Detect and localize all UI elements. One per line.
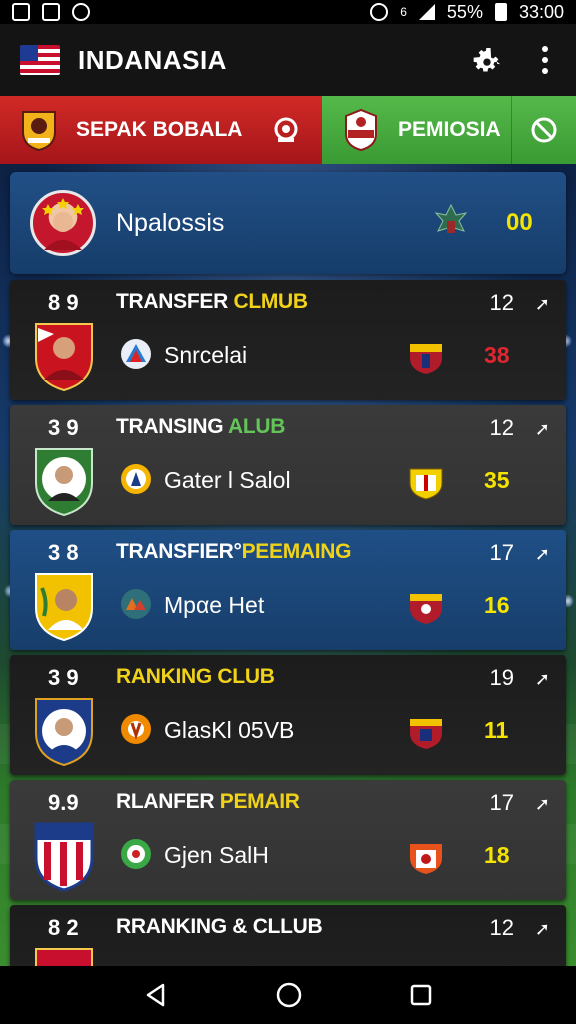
target-icon[interactable] <box>272 116 300 144</box>
club-card[interactable]: 3 9 RANKING CLUB 19 ➚ GlasKl 05VB 11 <box>10 655 566 775</box>
team-crest-icon <box>410 844 442 874</box>
featured-player-card[interactable]: Npalossis 00 <box>10 172 566 274</box>
player-name: GlasKl 05VB <box>164 717 295 743</box>
club-rank: 9.9 <box>48 790 79 815</box>
club-card[interactable]: 8 9 TRANSFER CLMUB 12 ➚ Snrcelai 38 <box>10 280 566 400</box>
kebab-menu-icon[interactable] <box>540 46 550 74</box>
club-points: 16 <box>484 592 510 618</box>
player-name: Gjen SalH <box>164 842 269 868</box>
league-badge-icon <box>121 464 151 494</box>
system-nav-bar <box>0 966 576 1024</box>
player-name: Snrcelai <box>164 342 248 368</box>
clock: 33:00 <box>518 1 564 22</box>
club-rank: 3 9 <box>48 665 79 690</box>
app-bar: INDANASIA <box>0 24 576 96</box>
player-crest-icon <box>35 698 93 767</box>
club-card[interactable]: 9.9 RLANFER PEMAIR 17 ➚ Gjen SalH 18 <box>10 780 566 900</box>
home-circle-icon[interactable] <box>275 981 303 1009</box>
player-crest-icon <box>35 573 93 642</box>
club-card[interactable]: 3 9 TRANSING ALUB 12 ➚ Gater l Salol 35 <box>10 405 566 525</box>
tab-pemiosia[interactable]: PEMIOSIA <box>322 96 576 164</box>
team-emblem-icon <box>434 203 468 233</box>
sports-app-icon <box>72 3 90 21</box>
team-crest-icon <box>410 344 442 374</box>
club-rank: 3 9 <box>48 415 79 440</box>
alarm-icon <box>370 3 389 21</box>
club-title: RLANFER PEMAIR <box>116 790 300 813</box>
league-badge-icon <box>121 589 151 619</box>
status-bar: 6 55% 33:00 <box>0 0 576 24</box>
open-arrow-icon[interactable]: ➚ <box>535 294 550 315</box>
us-flag-icon <box>20 45 60 75</box>
league-badge-icon <box>121 839 151 869</box>
club-title: TRANSFER CLMUB <box>116 290 308 313</box>
battery-percent: 55% <box>446 1 483 22</box>
club-title: TRANSFIER°PEEMAING <box>116 540 352 563</box>
club-count: 12 <box>489 415 514 440</box>
league-badge-icon <box>121 714 151 744</box>
open-arrow-icon[interactable]: ➚ <box>535 669 550 690</box>
back-triangle-icon[interactable] <box>143 982 169 1008</box>
tab-label: SEPAK BOBALA <box>76 118 243 141</box>
open-arrow-icon[interactable]: ➚ <box>535 544 550 565</box>
app-title: INDANASIA <box>78 44 227 75</box>
player-crest-icon <box>35 323 93 392</box>
club-count: 12 <box>489 290 514 315</box>
player-crest-icon <box>35 448 93 517</box>
open-arrow-icon[interactable]: ➚ <box>535 794 550 815</box>
tab-sepak-bobala[interactable]: SEPAK BOBALA <box>0 96 322 164</box>
club-crest-icon <box>345 108 377 152</box>
club-points: 35 <box>484 467 510 493</box>
league-badge-icon <box>121 339 151 369</box>
player-name: Mpαe Het <box>164 592 265 618</box>
team-crest-icon <box>409 468 443 500</box>
download-icon <box>42 3 60 21</box>
club-title: TRANSING ALUB <box>116 415 286 438</box>
notification-icon <box>12 3 30 21</box>
club-crest-icon <box>22 111 56 152</box>
signal-label: 6 <box>400 5 407 19</box>
league-tabs: SEPAK BOBALA PEMIOSIA <box>0 96 576 164</box>
club-points: 18 <box>484 842 510 868</box>
club-card[interactable]: 3 8 TRANSFIER°PEEMAING 17 ➚ Mpαe Het 16 <box>10 530 566 650</box>
club-title: RRANKING & CLLUB <box>116 915 323 938</box>
gear-icon[interactable] <box>470 43 504 77</box>
team-crest-icon <box>410 719 442 749</box>
player-avatar <box>30 190 96 256</box>
player-name: Gater l Salol <box>164 467 291 493</box>
club-rank: 3 8 <box>48 540 79 565</box>
battery-icon <box>494 3 507 21</box>
club-points: 38 <box>484 342 510 368</box>
signal-icon <box>418 4 435 20</box>
player-score: 00 <box>506 209 533 236</box>
club-rank: 8 2 <box>48 915 79 940</box>
player-name: Npalossis <box>116 208 225 237</box>
club-count: 17 <box>489 540 514 565</box>
recents-square-icon[interactable] <box>409 983 433 1007</box>
player-crest-icon <box>34 822 94 892</box>
open-arrow-icon[interactable]: ➚ <box>535 919 550 940</box>
blocked-icon[interactable] <box>530 116 558 144</box>
club-rank: 8 9 <box>48 290 79 315</box>
open-arrow-icon[interactable]: ➚ <box>535 419 550 440</box>
team-crest-icon <box>410 594 442 624</box>
club-count: 17 <box>489 790 514 815</box>
club-count: 19 <box>489 665 514 690</box>
tab-label: PEMIOSIA <box>398 118 501 141</box>
club-count: 12 <box>489 915 514 940</box>
club-points: 11 <box>484 717 509 743</box>
club-title: RANKING CLUB <box>116 665 275 688</box>
